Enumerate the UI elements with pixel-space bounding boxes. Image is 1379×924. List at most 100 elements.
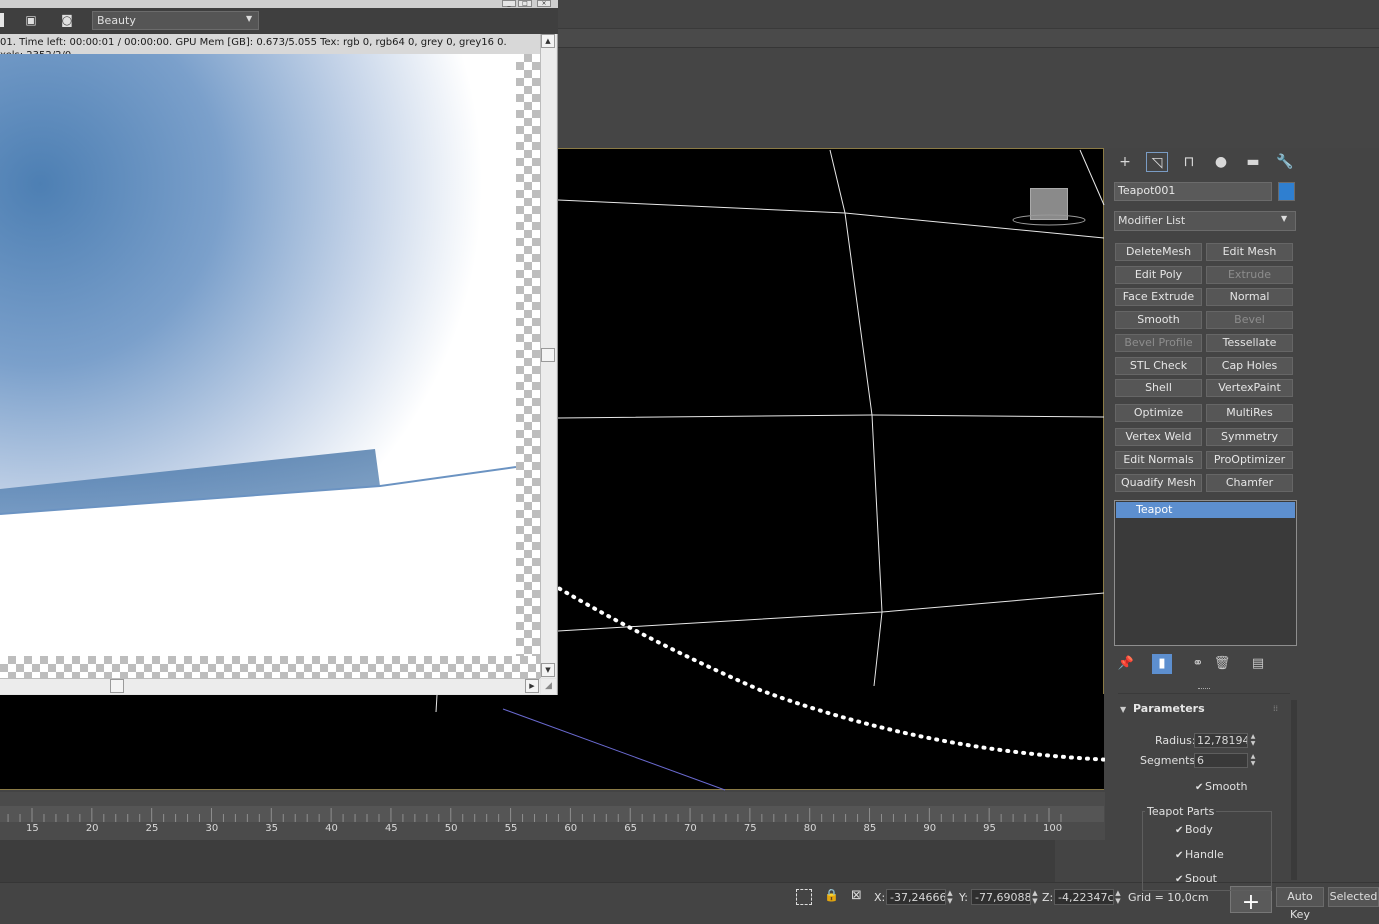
camera-icon[interactable]: ◙ [58,12,76,28]
resize-grip-icon[interactable]: ◢ [541,679,556,694]
modifier-button[interactable]: Tessellate [1206,334,1293,352]
panel-scrollbar[interactable] [1291,700,1297,880]
lock-icon[interactable]: 🔒 [824,888,839,904]
modifier-button[interactable]: Face Extrude [1115,288,1202,306]
pin-stack-icon[interactable]: 📌 [1116,654,1136,674]
spout-clip: ✔ Spout [1142,870,1282,882]
scroll-down-icon[interactable]: ▼ [541,663,555,677]
check-icon: ✔ [1175,850,1184,861]
object-name-field[interactable]: Teapot001 [1114,182,1272,201]
make-unique-icon[interactable]: ⚭ [1188,654,1208,674]
hscroll-thumb[interactable] [110,679,124,693]
z-coordinate-field[interactable]: -4,22347cr [1054,889,1114,905]
modifier-button[interactable]: Edit Normals [1115,451,1202,469]
radius-field[interactable]: 12,78194 [1194,733,1248,748]
display-tab-icon[interactable]: ▬ [1242,152,1264,172]
hierarchy-tab-icon[interactable]: ⊓ [1178,152,1200,172]
modifier-button[interactable]: Shell [1115,379,1202,397]
divider [1118,693,1290,694]
grid-size-text: Grid = 10,0cm [1128,891,1209,904]
body-checkbox[interactable]: ✔ Body [1175,823,1213,836]
timeline-tick-label: 50 [444,823,458,834]
parameters-rollout-title[interactable]: Parameters [1133,700,1309,718]
modifier-button[interactable]: Bevel [1206,311,1293,329]
horizontal-scrollbar[interactable] [0,678,540,694]
modifier-button[interactable]: Vertex Weld [1115,428,1202,446]
handle-checkbox[interactable]: ✔ Handle [1175,848,1224,861]
timeline-ticks [7,808,1062,822]
save-image-icon[interactable]: ▣ [23,12,39,28]
modifier-button[interactable]: STL Check [1115,357,1202,375]
x-coordinate-field[interactable]: -37,24666 [886,889,946,905]
transparency-checker [0,656,540,678]
check-icon: ✔ [1175,825,1184,836]
modifier-button[interactable]: Edit Mesh [1206,243,1293,261]
selection-region-icon[interactable] [796,889,812,905]
selected-dropdown[interactable]: Selected [1328,887,1379,907]
modifier-button[interactable]: MultiRes [1206,404,1293,422]
render-progress-text: 01. Time left: 00:00:01 / 00:00:00. GPU … [0,37,507,48]
check-icon: ✔ [1175,874,1184,882]
show-end-result-icon[interactable]: ▮ [1152,654,1172,674]
modifier-button[interactable]: ProOptimizer [1206,451,1293,469]
segments-label: Segments: [1140,754,1199,767]
timeline-tick-label: 20 [85,823,99,834]
modifier-button[interactable]: Chamfer [1206,474,1293,492]
close-icon[interactable]: × [537,0,551,7]
timeline-tick-label: 75 [743,823,757,834]
x-spinner-icon[interactable]: ▲ ▼ [946,889,954,905]
modifier-button[interactable]: Optimize [1115,404,1202,422]
modifier-list-dropdown[interactable]: Modifier List [1114,211,1296,231]
minimize-icon[interactable]: _ [502,0,516,7]
modifier-button[interactable]: Normal [1206,288,1293,306]
spout-label: Spout [1185,872,1217,882]
timeline-tick-label: 55 [504,823,518,834]
modifier-button[interactable]: Bevel Profile [1115,334,1202,352]
modifier-button[interactable]: Symmetry [1206,428,1293,446]
modifier-button[interactable]: Cap Holes [1206,357,1293,375]
remove-modifier-icon[interactable]: 🗑 [1212,654,1232,674]
render-channel-dropdown[interactable]: Beauty [92,11,259,30]
object-color-swatch[interactable] [1278,182,1295,201]
scroll-right-icon[interactable]: ▶ [525,679,539,693]
utilities-tab-icon[interactable]: 🔧 [1274,152,1296,172]
smooth-checkbox[interactable]: ✔ Smooth [1195,780,1247,793]
z-spinner-icon[interactable]: ▲ ▼ [1114,889,1122,905]
rendered-scene [0,449,516,656]
collapse-arrow-icon[interactable]: ▼ [1120,705,1126,714]
modifier-stack[interactable] [1114,500,1297,646]
modifier-button[interactable]: Extrude [1206,266,1293,284]
motion-tab-icon[interactable]: ● [1210,152,1232,172]
render-status-area: 01. Time left: 00:00:01 / 00:00:00. GPU … [0,34,540,61]
create-tab-icon[interactable]: + [1114,152,1136,172]
modifier-button[interactable]: Quadify Mesh [1115,474,1202,492]
timeline-tick-label: 25 [145,823,159,834]
modifier-button[interactable]: Edit Poly [1115,266,1202,284]
spout-checkbox[interactable]: ✔ Spout [1175,872,1217,882]
modifier-button[interactable]: DeleteMesh [1115,243,1202,261]
handle-label: Handle [1185,848,1224,861]
modifier-button[interactable]: Smooth [1115,311,1202,329]
y-spinner-icon[interactable]: ▲ ▼ [1031,889,1039,905]
absolute-mode-icon[interactable]: ⊠ [851,888,867,904]
timeline-tick-label: 15 [26,823,39,834]
stack-item-teapot[interactable]: Teapot [1116,502,1295,518]
configure-modifier-sets-icon[interactable]: ▤ [1248,654,1268,674]
chevron-down-icon: ▼ [1281,214,1288,223]
scroll-up-icon[interactable]: ▲ [541,34,555,48]
segments-field[interactable]: 6 [1194,753,1248,768]
modify-tab-icon[interactable]: ◹ [1146,152,1168,172]
radius-spinner-icon[interactable]: ▲ ▼ [1249,733,1257,748]
check-icon: ✔ [1195,782,1204,793]
segments-spinner-icon[interactable]: ▲ ▼ [1249,753,1257,768]
auto-key-button[interactable]: Auto Key [1276,887,1324,921]
viewcube-ring-icon [1012,214,1086,226]
scroll-thumb[interactable] [541,348,555,362]
maximize-icon[interactable]: □ [518,0,532,7]
z-label: Z: [1042,891,1054,904]
modifier-button[interactable]: VertexPaint [1206,379,1293,397]
radius-label: Radius: [1155,734,1196,747]
y-coordinate-field[interactable]: -77,69088 [971,889,1031,905]
trackbar [0,840,1055,882]
toolbar-icon-partial[interactable] [0,13,4,27]
